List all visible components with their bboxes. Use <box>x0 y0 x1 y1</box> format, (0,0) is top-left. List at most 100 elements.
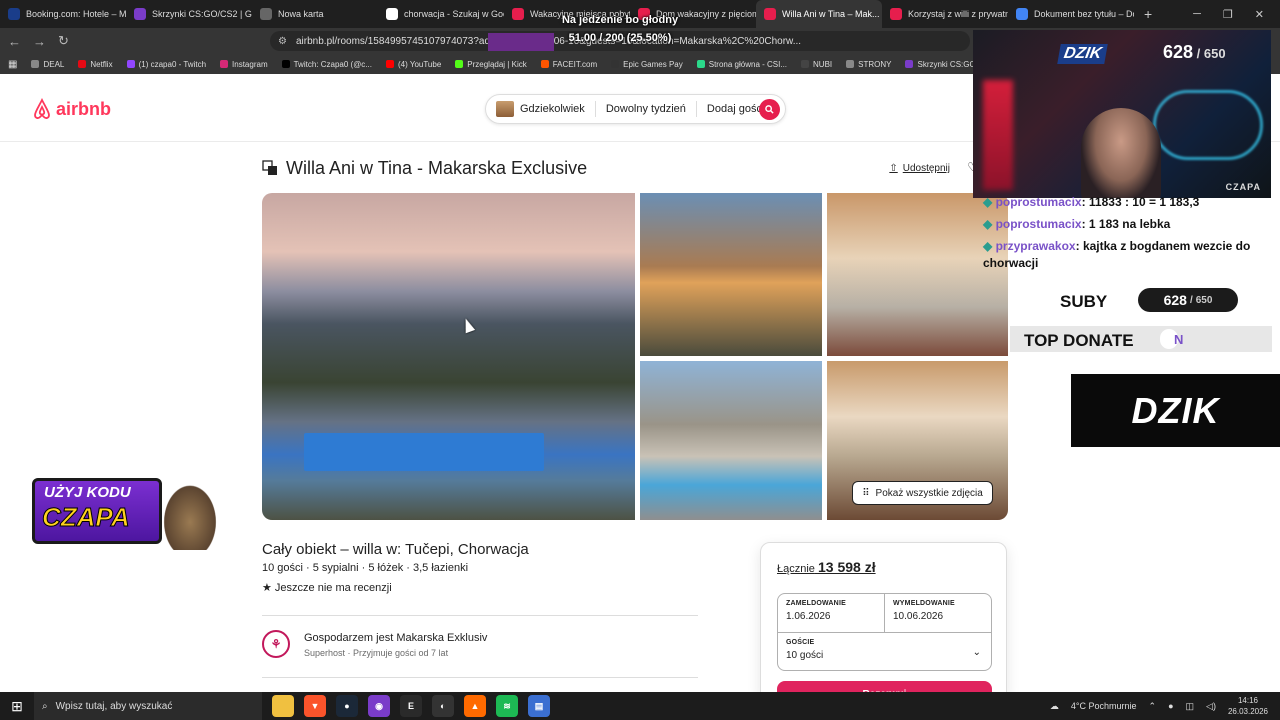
tab-favicon-icon <box>512 8 524 20</box>
bookmark-item[interactable]: Netflix <box>78 59 113 69</box>
subs-goal: 650 <box>1195 294 1213 306</box>
windows-taskbar: ⊞ ⌕ Wpisz tutaj, aby wyszukać ▼ ● ◉ E ◐ … <box>0 692 1280 720</box>
forward-icon[interactable]: → <box>33 34 46 49</box>
site-info-icon[interactable]: ⚙ <box>278 36 287 47</box>
search-bar[interactable]: Gdziekolwiek Dowolny tydzień Dodaj gości <box>485 94 786 124</box>
photo-exterior[interactable] <box>640 193 822 356</box>
bookmark-label: Przeglądaj | Kick <box>467 59 527 69</box>
spotify-icon[interactable]: ≋ <box>496 695 518 717</box>
browser-tab[interactable]: Skrzynki CS:GO/CS2 | G4S... <box>126 0 252 28</box>
reload-icon[interactable]: ↻ <box>58 33 69 49</box>
obs-icon[interactable]: ◉ <box>368 695 390 717</box>
volume-icon[interactable]: ◁) <box>1206 701 1216 712</box>
checkout-field[interactable]: WYMELDOWANIE 10.06.2026 <box>885 594 992 632</box>
bookmark-favicon-icon <box>846 60 855 68</box>
bookmark-item[interactable]: Strona główna - CSI... <box>696 60 787 69</box>
bookmark-item[interactable]: (4) YouTube <box>385 60 441 69</box>
search-icon <box>765 105 774 114</box>
brave-icon[interactable]: ▼ <box>304 695 326 717</box>
file-explorer-icon[interactable] <box>272 695 294 717</box>
chat-badge-icon: ◆ <box>983 195 996 209</box>
chat-username: przyprawakox <box>995 239 1076 253</box>
photo-main[interactable] <box>262 193 635 520</box>
mic-icon[interactable]: ● <box>1168 701 1173 711</box>
tab-favicon-icon <box>764 8 776 20</box>
search-button[interactable] <box>759 99 780 120</box>
chat-message: ◆ poprostumacix: 1 183 na lebka <box>983 216 1273 233</box>
new-tab-button[interactable]: + <box>1134 6 1162 22</box>
translate-icon[interactable] <box>262 160 278 176</box>
system-tray: ☁ 4°C Pochmurnie ⌃ ● ◫ ◁) 14:16 26.03.20… <box>1050 695 1280 717</box>
tray-chevron-icon[interactable]: ⌃ <box>1149 701 1157 712</box>
calculator-icon[interactable]: ▤ <box>528 695 550 717</box>
browser-tab[interactable]: Dokument bez tytułu – Do... <box>1008 0 1134 28</box>
airbnb-logo[interactable]: airbnb <box>32 98 111 120</box>
weather-text[interactable]: 4°C Pochmurnie <box>1071 701 1137 711</box>
tab-label: Willa Ani w Tina – Mak... <box>782 9 880 19</box>
bookmark-favicon-icon <box>31 60 40 68</box>
browser-tab[interactable]: Korzystaj z willi z prywatn... <box>882 0 1008 28</box>
chat-text: 1 183 na lebka <box>1088 217 1171 231</box>
search-where[interactable]: Gdziekolwiek <box>486 101 596 117</box>
browser-tab[interactable]: Booking.com: Hotele – M... <box>0 0 126 28</box>
faceit-ac-icon[interactable]: ▲ <box>464 695 486 717</box>
clock[interactable]: 14:16 26.03.2026 <box>1228 695 1268 717</box>
goal-title: Na jedzenie bo głodny <box>561 14 679 26</box>
bookmark-item[interactable]: Instagram <box>220 60 268 69</box>
sub-goal: 650 <box>1203 46 1226 61</box>
back-icon[interactable]: ← <box>8 34 21 49</box>
clock-time: 14:16 <box>1237 696 1258 705</box>
bookmark-label: Epic Games Pay <box>623 59 683 69</box>
network-icon[interactable]: ◫ <box>1186 701 1195 712</box>
reviews-text: ★ Jeszcze nie ma recenzji <box>262 582 392 594</box>
checkin-field[interactable]: ZAMELDOWANIE 1.06.2026 <box>778 594 885 632</box>
bookmark-favicon-icon <box>385 60 394 68</box>
guests-select[interactable]: GOŚCIE 10 gości ⌄ <box>778 632 991 670</box>
chat-username: poprostumacix <box>995 195 1082 209</box>
browser-tab[interactable]: chorwacja - Szukaj w Goo... <box>378 0 504 28</box>
streamer-name: CZAPA <box>1225 182 1261 192</box>
share-button[interactable]: ⇧ Udostępnij <box>889 163 950 174</box>
steam-icon[interactable]: ● <box>336 695 358 717</box>
faceit-icon[interactable]: ◐ <box>432 695 454 717</box>
minimize-icon[interactable]: ─ <box>1193 8 1201 21</box>
sub-count: 628 <box>1163 42 1194 62</box>
windows-start-icon[interactable]: ⊞ <box>0 698 34 715</box>
browser-tab[interactable]: Nowa karta <box>252 0 378 28</box>
tab-label: Skrzynki CS:GO/CS2 | G4S... <box>152 9 252 19</box>
bookmark-item[interactable]: (1) czapa0 - Twitch <box>126 60 206 69</box>
airbnb-logo-icon <box>34 98 50 119</box>
close-window-icon[interactable]: ✕ <box>1255 8 1264 21</box>
guests-label: GOŚCIE <box>786 639 815 646</box>
browser-tab[interactable]: Willa Ani w Tina – Mak...✕ <box>756 0 882 28</box>
epic-games-icon[interactable]: E <box>400 695 422 717</box>
bookmark-label: Netflix <box>90 59 113 69</box>
bookmark-item[interactable]: STRONY <box>846 60 891 69</box>
photo-living-room[interactable] <box>827 193 1008 356</box>
bookmark-favicon-icon <box>281 60 290 68</box>
bookmark-item[interactable]: Twitch: Czapa0 (@c... <box>281 60 372 69</box>
sub-counter: 628 / 650 <box>1163 42 1226 62</box>
host-avatar[interactable]: ⚘ <box>262 630 290 658</box>
guests-value: 10 gości <box>786 650 824 661</box>
taskbar-search[interactable]: ⌕ Wpisz tutaj, aby wyszukać <box>34 692 262 720</box>
bookmark-item[interactable]: FACEIT.com <box>540 60 597 69</box>
host-section[interactable]: ⚘ Gospodarzem jest Makarska Exklusiv Sup… <box>262 630 698 664</box>
listing-title: Willa Ani w Tina - Makarska Exclusive <box>286 157 588 178</box>
apps-grid-icon[interactable]: ▦ <box>8 59 17 70</box>
photo-pool[interactable] <box>640 361 822 520</box>
search-when[interactable]: Dowolny tydzień <box>596 101 697 117</box>
total-label: Łącznie <box>777 563 815 575</box>
bookmark-item[interactable]: Epic Games Pay <box>611 60 683 69</box>
bookmark-item[interactable]: Przeglądaj | Kick <box>455 59 527 69</box>
listing-info: Cały obiekt – willa w: Tučepi, Chorwacja… <box>262 541 698 594</box>
tab-label: Dokument bez tytułu – Do... <box>1034 9 1134 19</box>
bookmark-item[interactable]: NUBI <box>801 60 832 69</box>
host-title: Gospodarzem jest Makarska Exklusiv <box>304 632 488 644</box>
total-price[interactable]: Łącznie 13 598 zł <box>777 559 876 575</box>
restore-icon[interactable]: ❐ <box>1223 8 1233 21</box>
top-donate-label: TOP DONATE <box>1024 331 1134 350</box>
bookmark-item[interactable]: DEAL <box>31 60 64 69</box>
subs-label: SUBY <box>1060 292 1108 311</box>
show-all-photos-button[interactable]: ⠿ Pokaż wszystkie zdjęcia <box>852 481 993 505</box>
